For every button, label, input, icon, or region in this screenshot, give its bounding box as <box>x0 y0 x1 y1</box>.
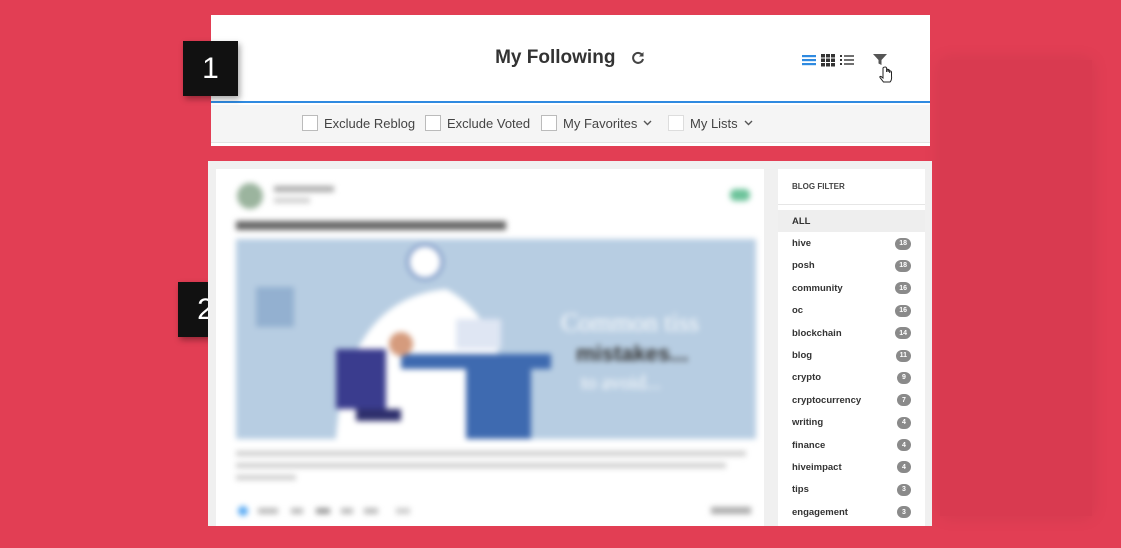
blog-filter-label: blog <box>792 350 813 362</box>
header-bar: My Following <box>211 15 930 103</box>
blog-filter-item[interactable]: tips 3 <box>778 479 925 501</box>
blog-filter-label: ALL <box>792 215 811 227</box>
svg-text:to avoid...: to avoid... <box>581 372 661 394</box>
post-card[interactable]: Common tiss mistakes... to avoid... <box>216 169 764 526</box>
page-title: My Following <box>495 47 616 68</box>
callout-badge-1: 1 <box>183 41 238 96</box>
count-badge: 14 <box>895 327 911 340</box>
refresh-icon[interactable] <box>630 50 646 66</box>
my-favorites-checkbox[interactable] <box>541 115 557 131</box>
blog-filter-label: hiveimpact <box>792 461 842 473</box>
blog-filter-label: oc <box>792 305 804 317</box>
my-lists-checkbox[interactable] <box>668 115 684 131</box>
count-badge: 16 <box>895 304 911 317</box>
blog-filter-label: finance <box>792 439 826 451</box>
blog-filter-label: posh <box>792 260 815 272</box>
blog-filter-item[interactable]: writing 4 <box>778 412 925 434</box>
blog-filter-label: cryptocurrency <box>792 394 862 406</box>
blog-filter-item[interactable]: blog 11 <box>778 344 925 366</box>
count-badge: 11 <box>895 349 911 362</box>
count-badge: 16 <box>895 282 911 295</box>
blog-filter-item[interactable]: hiveimpact 4 <box>778 456 925 478</box>
count-badge: 4 <box>897 439 911 452</box>
filter-bar: Exclude Reblog Exclude Voted My Favorite… <box>211 105 930 143</box>
blog-filter-item[interactable]: engagement 3 <box>778 501 925 523</box>
blog-filter-item[interactable]: oc 16 <box>778 300 925 322</box>
blog-filter-title: BLOG FILTER <box>778 169 925 205</box>
blog-filter-label: blockchain <box>792 327 842 339</box>
list-view-icon[interactable] <box>802 53 816 67</box>
exclude-voted-checkbox[interactable] <box>425 115 441 131</box>
my-lists-label: My Lists <box>690 115 738 131</box>
count-badge: 3 <box>897 483 911 496</box>
svg-text:Common tiss: Common tiss <box>561 308 699 337</box>
blog-filter-panel: BLOG FILTER ALL hive 18 posh 18 community 1… <box>778 169 925 526</box>
blog-filter-item[interactable]: posh 18 <box>778 255 925 277</box>
blog-filter-item[interactable]: cryptocurrency 7 <box>778 389 925 411</box>
grid-view-icon[interactable] <box>821 53 835 67</box>
blog-filter-label: crypto <box>792 372 822 384</box>
svg-text:mistakes...: mistakes... <box>576 341 689 366</box>
blog-filter-label: engagement <box>792 506 848 518</box>
post-preview: Common tiss mistakes... to avoid... <box>236 183 756 516</box>
exclude-reblog-label: Exclude Reblog <box>324 115 416 131</box>
chevron-down-icon <box>643 120 652 126</box>
exclude-voted-option[interactable]: Exclude Voted <box>425 115 530 131</box>
blog-filter-label: writing <box>792 417 824 429</box>
exclude-voted-label: Exclude Voted <box>447 115 531 131</box>
exclude-reblog-checkbox[interactable] <box>302 115 318 131</box>
blog-filter-label: community <box>792 282 843 294</box>
avatar <box>237 183 263 209</box>
my-favorites-dropdown[interactable]: My Favorites <box>541 115 652 131</box>
background-panel <box>940 60 1092 516</box>
count-badge: 3 <box>897 506 911 519</box>
chevron-down-icon <box>744 120 753 126</box>
blog-filter-label: hive <box>792 238 812 250</box>
count-badge: 18 <box>895 237 911 250</box>
exclude-reblog-option[interactable]: Exclude Reblog <box>302 115 415 131</box>
blog-filter-item[interactable]: hive 18 <box>778 232 925 254</box>
count-badge: 18 <box>895 259 911 272</box>
count-badge: 4 <box>897 461 911 474</box>
blog-filter-item[interactable]: crypto 9 <box>778 367 925 389</box>
filter-icon[interactable] <box>871 52 897 86</box>
my-favorites-label: My Favorites <box>563 115 638 131</box>
feed-card: Common tiss mistakes... to avoid... BLOG… <box>208 161 932 526</box>
count-badge: 7 <box>897 394 911 407</box>
compact-list-icon[interactable] <box>840 53 854 67</box>
blog-filter-item-all[interactable]: ALL <box>778 210 925 233</box>
count-badge: 4 <box>897 416 911 429</box>
blog-filter-item[interactable]: finance 4 <box>778 434 925 456</box>
count-badge: 9 <box>897 371 911 384</box>
blurred-post-content: Common tiss mistakes... to avoid... <box>216 169 764 526</box>
following-header-card: My Following Exclude Reblog Exclude Vote… <box>211 15 930 146</box>
my-lists-dropdown[interactable]: My Lists <box>668 115 753 131</box>
blog-filter-item[interactable]: community 16 <box>778 277 925 299</box>
blog-filter-item[interactable]: blockchain 14 <box>778 322 925 344</box>
blog-filter-label: tips <box>792 484 809 496</box>
